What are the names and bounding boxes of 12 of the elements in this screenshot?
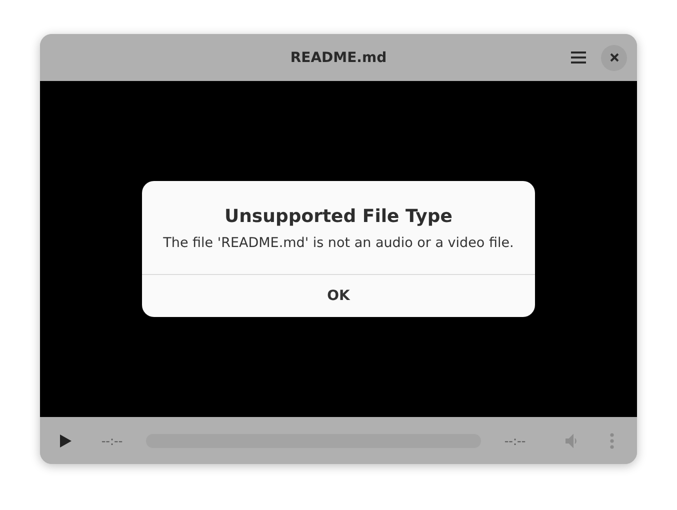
close-icon [610,53,618,62]
more-icon [610,432,614,448]
play-icon [58,434,72,448]
remaining-time: --:-- [503,434,527,448]
speaker-icon [565,434,579,448]
dialog-message: The file 'README.md' is not an audio or a video file. [163,235,514,251]
dialog-title: Unsupported File Type [224,206,452,227]
elapsed-time: --:-- [100,434,124,448]
ok-button[interactable]: OK [142,274,535,317]
window-title: README.md [290,50,387,66]
close-button[interactable] [601,44,627,70]
menu-icon [570,51,586,64]
